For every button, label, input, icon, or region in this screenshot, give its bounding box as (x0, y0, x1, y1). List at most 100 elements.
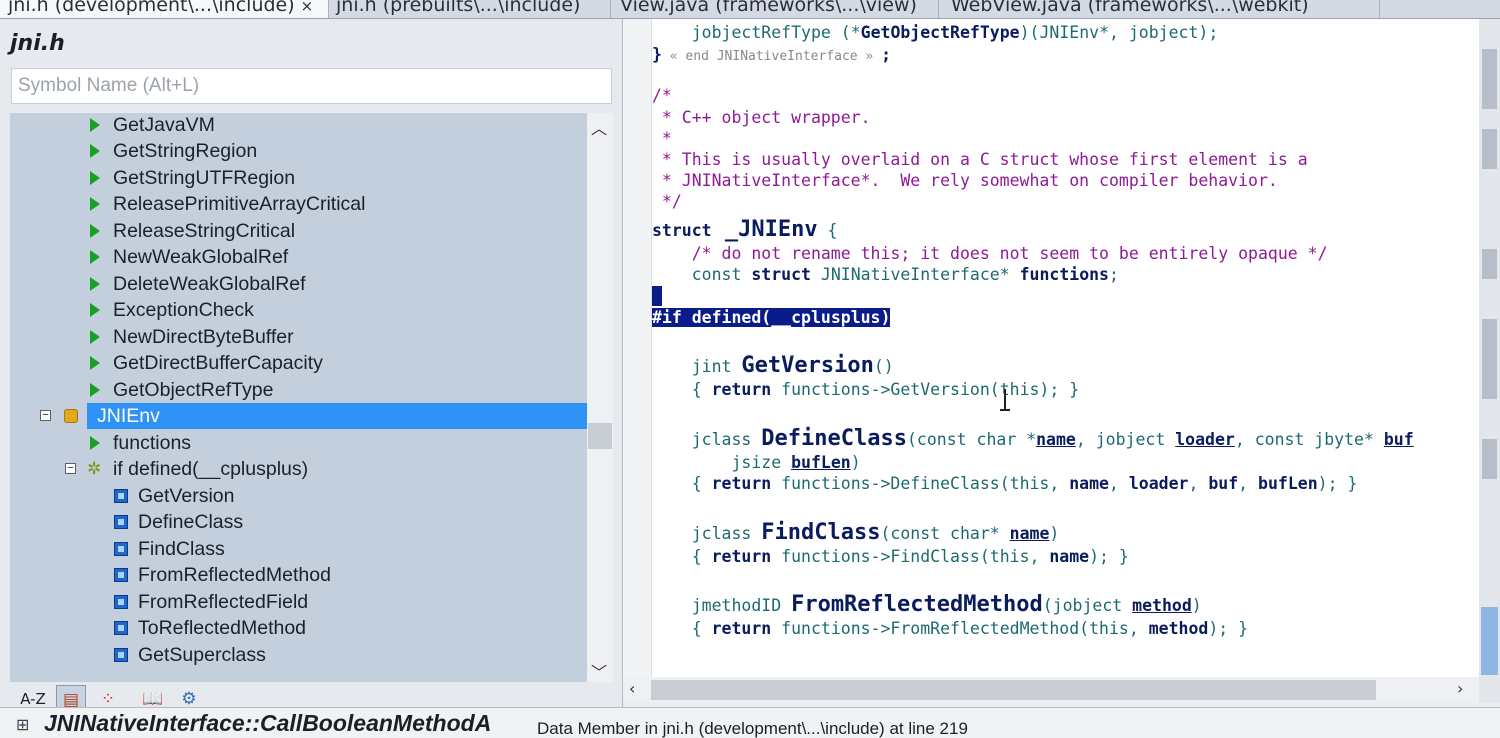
tree-item-defineclass[interactable]: DefineClass (10, 509, 587, 535)
member-function-icon (114, 648, 128, 662)
collapse-icon[interactable]: − (65, 463, 76, 474)
status-symbol-name: JNINativeInterface::CallBooleanMethodA (44, 710, 492, 736)
scrollbar-thumb[interactable] (588, 423, 612, 449)
scroll-up-icon[interactable]: ︿ (591, 115, 607, 139)
scroll-down-icon[interactable]: ﹀ (591, 659, 607, 683)
member-variable-icon: ⊞ (16, 715, 30, 734)
scrollbar-thumb[interactable] (1481, 607, 1498, 675)
tree-item-label: FindClass (138, 538, 225, 560)
tree-item-label: if defined(__cplusplus) (113, 458, 309, 480)
code-line: { return functions->GetVersion(this); } (652, 380, 1080, 399)
symbol-tree-scrollbar[interactable]: ︿ ﹀ (587, 113, 613, 682)
tree-item-getjavavm[interactable]: GetJavaVM (10, 113, 587, 138)
code-comment-line: * This is usually overlaid on a C struct… (652, 150, 1308, 169)
tree-item-label: DefineClass (138, 511, 244, 533)
code-line-findclass: jclass FindClass(const char* name) (652, 520, 1060, 545)
method-arrow-icon (90, 383, 100, 397)
tab-webview-java[interactable]: WebView.java (frameworks\...\webkit) (943, 0, 1380, 18)
code-line-getversion: jint GetVersion() (652, 353, 894, 378)
method-arrow-icon (90, 330, 100, 344)
tree-item-toreflectedmethod[interactable]: ToReflectedMethod (10, 615, 587, 641)
code-content[interactable]: jobjectRefType (*GetObjectRefType)(JNIEn… (623, 19, 1479, 677)
tree-item-label: GetStringUTFRegion (113, 167, 296, 189)
tab-label: jni.h (prebuilts\...\include) (336, 0, 581, 16)
code-comment-line: * JNINativeInterface*. We rely somewhat … (652, 171, 1278, 190)
tree-item-label: GetStringRegion (113, 140, 258, 162)
tree-item-findclass[interactable]: FindClass (10, 536, 587, 562)
tree-item-getstringregion[interactable]: GetStringRegion (10, 138, 587, 164)
symbol-panel: jni.h Symbol Name (Alt+L) GetJavaVM GetS… (0, 19, 623, 713)
scroll-right-icon[interactable]: › (1457, 679, 1463, 698)
close-icon[interactable]: × (301, 0, 314, 15)
code-line: { return functions->FindClass(this, name… (652, 547, 1129, 566)
overview-mark (1482, 439, 1497, 479)
symbol-search-input[interactable]: Symbol Name (Alt+L) (11, 68, 612, 104)
overview-mark (1482, 129, 1497, 169)
member-function-icon (114, 568, 128, 582)
tab-label: jni.h (development\...\include) (8, 0, 295, 16)
tree-item-label: functions (113, 432, 192, 454)
tree-item-getstringutfregion[interactable]: GetStringUTFRegion (10, 165, 587, 191)
method-arrow-icon (90, 224, 100, 238)
tree-item-releaseprimitivearraycritical[interactable]: ReleasePrimitiveArrayCritical (10, 191, 587, 217)
tab-bar: jni.h (development\...\include) × jni.h (… (0, 0, 1500, 19)
tree-item-label: NewWeakGlobalRef (113, 246, 289, 268)
method-arrow-icon (90, 118, 100, 132)
tree-item-newdirectbytebuffer[interactable]: NewDirectByteBuffer (10, 324, 587, 350)
method-arrow-icon (90, 277, 100, 291)
status-symbol-detail: Data Member in jni.h (development\...\in… (537, 719, 968, 738)
tree-item-functions[interactable]: functions (10, 430, 587, 456)
member-function-icon (114, 621, 128, 635)
tree-item-exceptioncheck[interactable]: ExceptionCheck (10, 297, 587, 323)
tree-item-if-defined-cplusplus[interactable]: − ✲ if defined(__cplusplus) (10, 456, 587, 482)
code-comment-line: * C++ object wrapper. (652, 108, 871, 127)
member-function-icon (114, 595, 128, 609)
tree-item-label: GetSuperclass (138, 644, 266, 666)
tree-item-label: ExceptionCheck (113, 299, 254, 321)
code-comment-line: * (652, 129, 672, 148)
tree-item-fromreflectedfield[interactable]: FromReflectedField (10, 589, 587, 615)
method-arrow-icon (90, 171, 100, 185)
tree-item-jnienv[interactable]: − JNIEnv (10, 403, 587, 429)
code-line: { return functions->FromReflectedMethod(… (652, 619, 1249, 638)
editor-horizontal-scrollbar[interactable]: ‹ › (623, 677, 1479, 703)
tree-item-getdirectbuffercapacity[interactable]: GetDirectBufferCapacity (10, 350, 587, 376)
method-arrow-icon (90, 250, 100, 264)
tree-item-deleteweakglobalref[interactable]: DeleteWeakGlobalRef (10, 271, 587, 297)
tab-jni-h-prebuilts[interactable]: jni.h (prebuilts\...\include) (328, 0, 611, 18)
tree-item-releasestringcritical[interactable]: ReleaseStringCritical (10, 218, 587, 244)
tree-item-label: JNIEnv (97, 405, 160, 427)
code-comment-line: /* (652, 86, 672, 105)
symbol-tree[interactable]: GetJavaVM GetStringRegion GetStringUTFRe… (10, 113, 587, 682)
tab-label: WebView.java (frameworks\...\webkit) (951, 0, 1309, 16)
tree-item-label: DeleteWeakGlobalRef (113, 273, 306, 295)
collapse-icon[interactable]: − (40, 410, 51, 421)
code-line-struct: struct _JNIEnv { (652, 217, 838, 242)
tree-item-getsuperclass[interactable]: GetSuperclass (10, 642, 587, 668)
tab-label: View.java (frameworks\...\view) (620, 0, 917, 16)
tab-jni-h-development[interactable]: jni.h (development\...\include) × (0, 0, 329, 18)
overview-mark (1482, 49, 1497, 109)
overview-mark (1482, 319, 1497, 399)
tree-item-fromreflectedmethod[interactable]: FromReflectedMethod (10, 562, 587, 588)
tree-item-label: FromReflectedMethod (138, 564, 331, 586)
code-editor[interactable]: jobjectRefType (*GetObjectRefType)(JNIEn… (623, 19, 1479, 677)
scroll-left-icon[interactable]: ‹ (629, 679, 635, 698)
scrollbar-thumb[interactable] (651, 680, 1376, 700)
editor-overview-scrollbar[interactable] (1479, 19, 1500, 703)
file-title: jni.h (10, 31, 65, 56)
method-arrow-icon (90, 436, 100, 450)
tree-item-selection: JNIEnv (87, 403, 587, 429)
code-line: jobjectRefType (*GetObjectRefType)(JNIEn… (691, 23, 1219, 42)
tab-view-java[interactable]: View.java (frameworks\...\view) (612, 0, 939, 18)
tree-item-newweakglobalref[interactable]: NewWeakGlobalRef (10, 244, 587, 270)
code-line-ifdef: #if defined(__cplusplus) (652, 308, 891, 327)
text-cursor-icon (1000, 389, 1010, 413)
status-bar: ⊞ JNINativeInterface::CallBooleanMethodA… (0, 707, 1500, 738)
member-function-icon (114, 515, 128, 529)
tree-item-getobjectreftype[interactable]: GetObjectRefType (10, 377, 587, 403)
code-comment-line: */ (652, 192, 682, 211)
tree-item-label: NewDirectByteBuffer (113, 326, 294, 348)
method-arrow-icon (90, 197, 100, 211)
tree-item-getversion[interactable]: GetVersion (10, 483, 587, 509)
